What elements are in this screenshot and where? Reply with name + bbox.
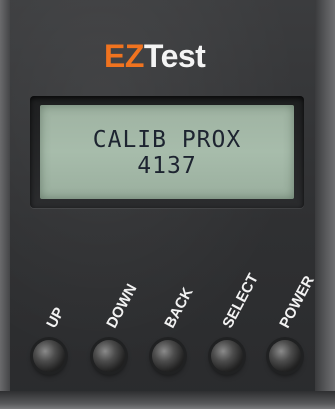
- select-button[interactable]: [211, 340, 243, 372]
- up-button[interactable]: [33, 340, 65, 372]
- up-button-label: UP: [43, 304, 69, 332]
- back-button-label: BACK: [161, 284, 197, 332]
- back-button[interactable]: [152, 340, 184, 372]
- power-button[interactable]: [269, 340, 301, 372]
- lcd-line-2: 4137: [137, 153, 197, 179]
- lcd-display: CALIB PROX 4137: [40, 105, 294, 199]
- brand-logo-prefix: EZ: [104, 38, 144, 74]
- brand-logo-suffix: Test: [143, 38, 206, 74]
- lcd-line-1: CALIB PROX: [92, 127, 242, 153]
- panel-frame-right: [315, 0, 335, 409]
- brand-logo: EZTest: [104, 36, 244, 76]
- panel-frame-bottom: [0, 391, 335, 409]
- down-button-label: DOWN: [103, 281, 141, 332]
- select-button-label: SELECT: [219, 270, 263, 332]
- down-button[interactable]: [93, 340, 125, 372]
- panel-frame-left: [0, 0, 10, 409]
- device-panel: EZTest CALIB PROX 4137 UP DOWN BACK SELE…: [0, 0, 335, 409]
